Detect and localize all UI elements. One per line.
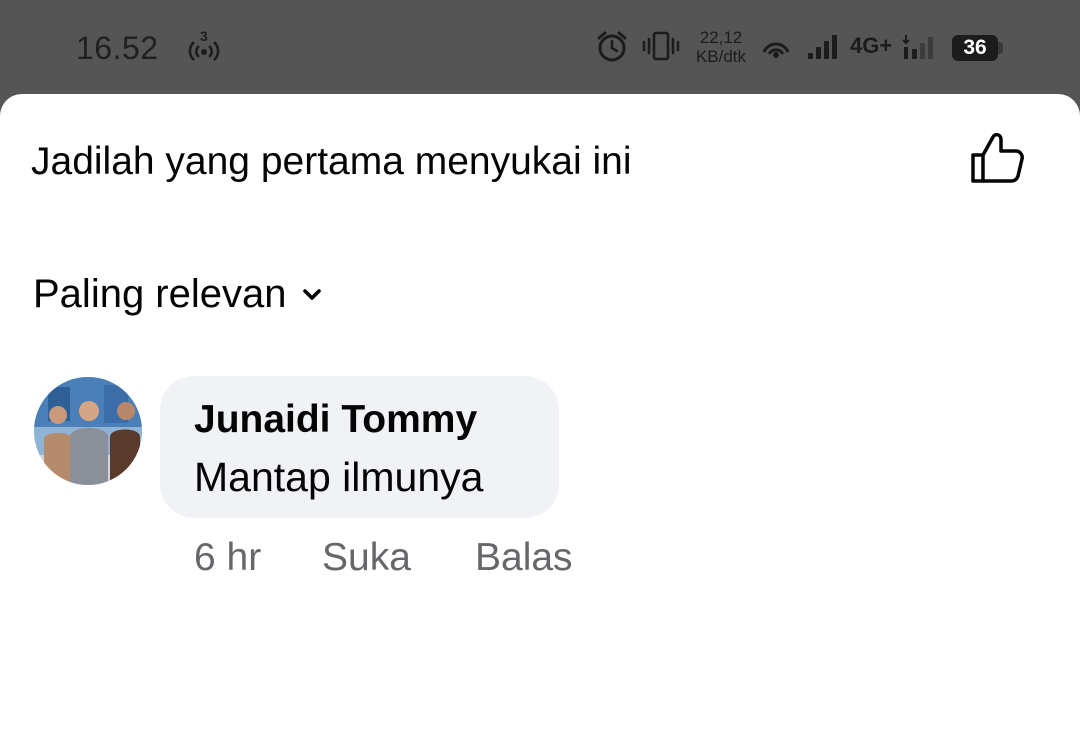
like-button[interactable] (964, 130, 1030, 190)
comments-sheet: Jadilah yang pertama menyukai ini Paling… (0, 94, 1080, 732)
comment-like-link[interactable]: Suka (322, 536, 475, 580)
status-bar: 16.52 3 22,12 KB/dtk 4G+ 36 (0, 0, 1080, 95)
reaction-summary: Jadilah yang pertama menyukai ini (31, 140, 632, 183)
vibrate-icon (642, 31, 680, 66)
comment-actions: 6 hr Suka Balas (194, 536, 573, 580)
battery-level: 36 (952, 35, 998, 61)
wifi-icon (760, 32, 792, 67)
comment-bubble[interactable]: Junaidi Tommy Mantap ilmunya (160, 376, 559, 518)
network-speed: 22,12 KB/dtk (688, 28, 754, 66)
battery-tip (998, 42, 1003, 54)
sort-label: Paling relevan (33, 272, 287, 316)
status-time: 16.52 (76, 30, 159, 66)
hotspot-count: 3 (200, 28, 208, 44)
comment-time[interactable]: 6 hr (194, 536, 322, 580)
comment-reply-link[interactable]: Balas (475, 536, 573, 580)
comment-author[interactable]: Junaidi Tommy (194, 398, 477, 442)
network-speed-value: 22,12 (699, 28, 743, 47)
network-speed-unit: KB/dtk (695, 47, 747, 66)
chevron-down-icon (301, 287, 323, 303)
avatar[interactable] (34, 377, 142, 485)
signal-icon (806, 33, 840, 66)
network-type: 4G+ (850, 33, 893, 58)
comment-text: Mantap ilmunya (194, 454, 484, 500)
thumbs-up-outline-icon (969, 131, 1025, 190)
sort-dropdown[interactable]: Paling relevan (33, 272, 323, 317)
alarm-icon (596, 30, 628, 69)
signal-weak-icon (902, 33, 938, 66)
